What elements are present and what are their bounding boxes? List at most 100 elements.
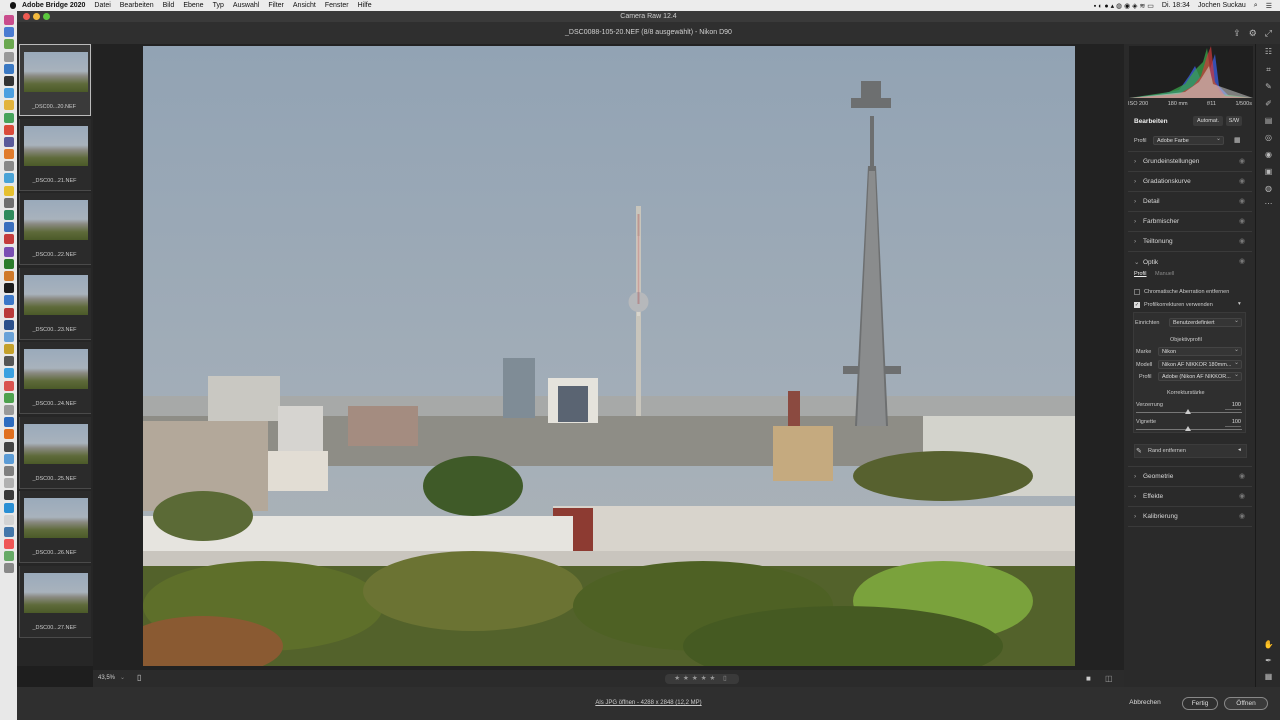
dock-app-icon[interactable]	[3, 136, 14, 147]
dock-app-icon[interactable]	[3, 39, 14, 50]
dock-app-icon[interactable]	[3, 551, 14, 562]
eye-icon[interactable]: ◉	[1239, 257, 1245, 265]
dock-app-icon[interactable]	[3, 88, 14, 99]
vignette-handle[interactable]	[1185, 426, 1191, 431]
menu-datei[interactable]: Datei	[94, 2, 110, 9]
panel-farbmischer[interactable]: › Farbmischer	[1134, 218, 1179, 225]
eye-icon[interactable]: ◉	[1239, 472, 1245, 480]
vignette-value[interactable]: 100	[1225, 419, 1241, 427]
menu-filter[interactable]: Filter	[268, 2, 284, 9]
dock-app-icon[interactable]	[3, 526, 14, 537]
redeye-icon[interactable]: ◉	[1263, 150, 1274, 159]
brush-icon[interactable]: ✐	[1263, 99, 1274, 108]
panel-detail[interactable]: › Detail	[1134, 198, 1160, 205]
dock-app-icon[interactable]	[3, 258, 14, 269]
menu-fenster[interactable]: Fenster	[325, 2, 349, 9]
eye-icon[interactable]: ◉	[1239, 197, 1245, 205]
rating-stars[interactable]: ★★★★★ ▯	[665, 674, 739, 684]
filmstrip-thumbnail[interactable]: _DSC00...25.NEF	[19, 416, 91, 489]
menu-ebene[interactable]: Ebene	[183, 2, 203, 9]
tab-profil[interactable]: Profil	[1134, 271, 1147, 277]
verzerrung-value[interactable]: 100	[1225, 402, 1241, 410]
dock-app-icon[interactable]	[3, 283, 14, 294]
dock-app-icon[interactable]	[3, 417, 14, 428]
dock-app-icon[interactable]	[3, 124, 14, 135]
dock-app-icon[interactable]	[3, 149, 14, 160]
presets-icon[interactable]: ◍	[1263, 184, 1274, 193]
menu-hilfe[interactable]: Hilfe	[358, 2, 372, 9]
collapse-icon[interactable]: ▾	[1238, 301, 1241, 307]
einrichten-select[interactable]: Benutzerdefiniert	[1169, 317, 1242, 327]
dock-app-icon[interactable]	[3, 502, 14, 513]
filmstrip-thumbnail[interactable]: _DSC00...27.NEF	[19, 565, 91, 638]
eye-icon[interactable]: ◉	[1239, 157, 1245, 165]
app-menu[interactable]: Adobe Bridge 2020	[22, 2, 85, 9]
dock-app-icon[interactable]	[3, 173, 14, 184]
profile-select[interactable]: Adobe Farbe	[1153, 135, 1224, 145]
profilkorrektur-checkbox[interactable]: ✓	[1134, 302, 1140, 308]
dock-app-icon[interactable]	[3, 392, 14, 403]
apple-icon[interactable]	[10, 2, 16, 9]
dock-app-icon[interactable]	[3, 51, 14, 62]
done-button[interactable]: Fertig	[1182, 697, 1218, 710]
dock-app-icon[interactable]	[3, 210, 14, 220]
dock-app-icon[interactable]	[3, 344, 14, 355]
dock-app-icon[interactable]	[3, 478, 14, 489]
dock-app-icon[interactable]	[3, 295, 14, 306]
gradient-icon[interactable]: ▤	[1263, 116, 1274, 125]
dock-app-icon[interactable]	[3, 246, 14, 257]
dock-app-icon[interactable]	[3, 356, 14, 367]
radial-icon[interactable]: ◎	[1263, 133, 1274, 142]
close-window-icon[interactable]	[23, 13, 30, 20]
auto-button[interactable]: Automat.	[1193, 116, 1223, 126]
cancel-button[interactable]: Abbrechen	[1125, 697, 1165, 710]
menu-auswahl[interactable]: Auswahl	[233, 2, 259, 9]
eyedropper-icon[interactable]: ✎	[1136, 447, 1142, 455]
menu-ansicht[interactable]: Ansicht	[293, 2, 316, 9]
search-icon[interactable]: ⌕	[1254, 2, 1258, 10]
dock-app-icon[interactable]	[3, 563, 14, 574]
dock-app-icon[interactable]	[3, 380, 14, 391]
export-icon[interactable]: ⇪	[1233, 22, 1241, 44]
minimize-window-icon[interactable]	[33, 13, 40, 20]
zoom-window-icon[interactable]	[43, 13, 50, 20]
dock-app-icon[interactable]	[3, 75, 14, 86]
chrom-ab-checkbox[interactable]	[1134, 289, 1140, 295]
bw-button[interactable]: S/W	[1226, 116, 1242, 126]
menu-icon[interactable]: ☰	[1266, 2, 1272, 10]
menu-bild[interactable]: Bild	[163, 2, 175, 9]
panel-grundeinstellungen[interactable]: › Grundeinstellungen	[1134, 158, 1199, 165]
dock-app-icon[interactable]	[3, 222, 14, 233]
menu-typ[interactable]: Typ	[213, 2, 224, 9]
filmstrip-thumbnail[interactable]: _DSC00...22.NEF	[19, 193, 91, 265]
dock-app-icon[interactable]	[3, 405, 14, 415]
filmstrip-thumbnail[interactable]: _DSC00...24.NEF	[19, 342, 91, 414]
healing-icon[interactable]: ✎	[1263, 82, 1274, 91]
lens-profil-select[interactable]: Adobe (Nikon AF NIKKOR...	[1158, 371, 1242, 381]
dock-app-icon[interactable]	[3, 112, 14, 123]
compare-view-icon[interactable]: ◫	[1105, 674, 1113, 683]
user-name[interactable]: Jochen Suckau	[1198, 2, 1246, 9]
edit-sliders-icon[interactable]: ☷	[1263, 47, 1274, 56]
status-icons[interactable]: ▪ ◐ ● ▴ ◍ ◉ ◈ ≋ ▭	[1094, 2, 1154, 10]
tab-manuell[interactable]: Manuell	[1155, 271, 1174, 277]
open-button[interactable]: Öffnen	[1224, 697, 1268, 710]
verzerrung-handle[interactable]	[1185, 409, 1191, 414]
dock-app-icon[interactable]	[3, 270, 14, 281]
eye-icon[interactable]: ◉	[1239, 237, 1245, 245]
snapshots-icon[interactable]: ▣	[1263, 167, 1274, 176]
dock-app-icon[interactable]	[3, 429, 14, 440]
panel-gradationskurve[interactable]: › Gradationskurve	[1134, 178, 1191, 185]
modell-select[interactable]: Nikon AF NIKKOR 180mm...	[1158, 359, 1242, 369]
eye-icon[interactable]: ◉	[1239, 492, 1245, 500]
zoom-select[interactable]: 43,5%	[98, 675, 115, 681]
panel-effekte[interactable]: › Effekte	[1134, 493, 1163, 500]
clock[interactable]: Di. 18:34	[1162, 2, 1190, 9]
dock-app-icon[interactable]	[3, 185, 14, 196]
hand-icon[interactable]: ✋	[1263, 640, 1274, 649]
dock-app-icon[interactable]	[3, 307, 14, 318]
dock-app-icon[interactable]	[3, 63, 14, 74]
expand-left-icon[interactable]: ◂	[1238, 447, 1241, 453]
filmstrip-toggle-icon[interactable]: ▯	[137, 673, 141, 682]
dock-app-icon[interactable]	[3, 539, 14, 550]
